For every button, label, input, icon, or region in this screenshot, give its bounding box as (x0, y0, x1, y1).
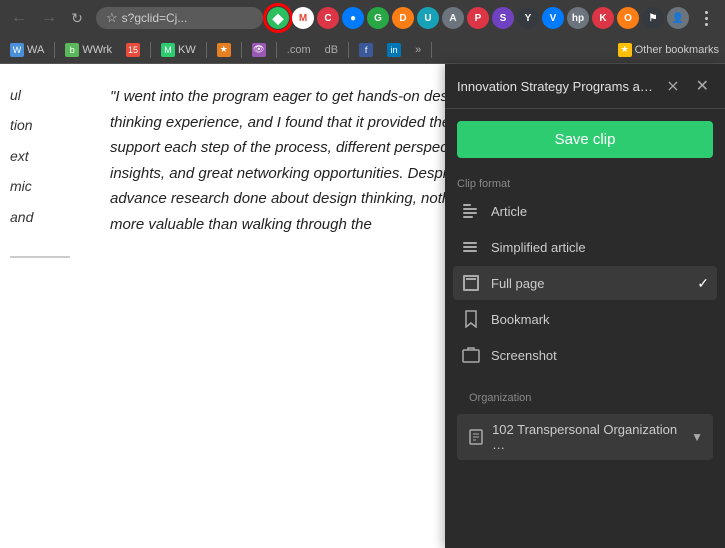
bookmark-kw-label: KW (178, 44, 196, 56)
bookmark-ext1[interactable]: 15 (122, 41, 144, 59)
clip-option-article-label: Article (491, 204, 527, 219)
simplified-option-icon (461, 237, 481, 257)
ext-icon-12[interactable]: K (592, 7, 614, 29)
panel-header-icons: ⨯ ✕ (662, 74, 713, 98)
organization-label: Organization (457, 384, 713, 408)
org-dropdown-arrow-icon: ▼ (691, 430, 703, 444)
bookmark-facebook[interactable]: f (355, 41, 377, 59)
sidebar-text-3: ext (10, 145, 29, 167)
browser-chrome: ← → ↻ ☆ s?gclid=Cj... ◆ M C ● G D U A P … (0, 0, 725, 64)
ext-icon-6[interactable]: A (442, 7, 464, 29)
extension-icons: ◆ M C ● G D U A P S Y V hp K O ⚑ 👤 (267, 7, 689, 29)
article-sidebar: ul tion ext mic and (0, 64, 80, 548)
sidebar-text-1: ul (10, 84, 21, 106)
bookmark-wa[interactable]: W WA (6, 41, 48, 59)
nav-buttons: ← → ↻ (6, 5, 88, 31)
bookmark-b1[interactable]: ★ (213, 41, 235, 59)
bookmark-more[interactable]: » (411, 42, 425, 58)
other-bookmarks[interactable]: ★ Other bookmarks (618, 43, 719, 57)
clip-option-screenshot-label: Screenshot (491, 348, 557, 363)
ext-icon-13[interactable]: O (617, 7, 639, 29)
bookmark-divider-3 (206, 42, 207, 58)
panel-title: Innovation Strategy Programs a… (457, 79, 662, 94)
ext-icon-8[interactable]: S (492, 7, 514, 29)
refresh-button[interactable]: ↻ (66, 7, 88, 29)
ext-icon-11[interactable]: hp (567, 7, 589, 29)
save-clip-button[interactable]: Save clip (457, 121, 713, 158)
browser-menu-button[interactable] (693, 5, 719, 31)
fullpage-option-icon (461, 273, 481, 293)
ext-icon-9[interactable]: Y (517, 7, 539, 29)
toolbar: ← → ↻ ☆ s?gclid=Cj... ◆ M C ● G D U A P … (0, 0, 725, 36)
address-text: s?gclid=Cj... (122, 11, 188, 25)
address-bar[interactable]: ☆ s?gclid=Cj... (96, 7, 263, 29)
article-option-icon (461, 201, 481, 221)
bookmarks-bar: W WA b WWrk 15 M KW ★ 👁 .com dB (0, 36, 725, 64)
org-icon (467, 428, 484, 446)
bookmark-divider-1 (54, 42, 55, 58)
bookmark-b4[interactable]: dB (321, 42, 342, 58)
clip-option-simplified-label: Simplified article (491, 240, 586, 255)
bookmark-b3[interactable]: .com (283, 42, 315, 58)
bookmark-divider-5 (276, 42, 277, 58)
resize-panel-button[interactable]: ⨯ (662, 74, 683, 98)
evernote-extension-icon[interactable]: ◆ (267, 7, 289, 29)
sidebar-text-2: tion (10, 114, 33, 136)
gmail-extension-icon[interactable]: M (292, 7, 314, 29)
bookmark-divider-4 (241, 42, 242, 58)
panel-header: Innovation Strategy Programs a… ⨯ ✕ (445, 64, 725, 109)
screenshot-option-icon (461, 345, 481, 365)
bookmark-wwrk[interactable]: b WWrk (61, 41, 116, 59)
clip-option-fullpage[interactable]: Full page ✓ (453, 266, 717, 300)
bookmark-option-icon (461, 309, 481, 329)
organization-dropdown[interactable]: 102 Transpersonal Organization … ▼ (457, 414, 713, 460)
clip-option-fullpage-label: Full page (491, 276, 544, 291)
bookmark-kw[interactable]: M KW (157, 41, 200, 59)
star-icon: ☆ (106, 10, 118, 26)
clip-option-screenshot[interactable]: Screenshot (453, 338, 717, 372)
ext-icon-10[interactable]: V (542, 7, 564, 29)
ext-icon-1[interactable]: C (317, 7, 339, 29)
ext-icon-7[interactable]: P (467, 7, 489, 29)
page-area: ul tion ext mic and "I went into the pro… (0, 64, 725, 548)
bookmark-linkedin[interactable]: in (383, 41, 405, 59)
ext-icon-2[interactable]: ● (342, 7, 364, 29)
bookmark-b4-text: dB (325, 44, 338, 56)
bookmark-b2[interactable]: 👁 (248, 41, 270, 59)
ext-icon-3[interactable]: G (367, 7, 389, 29)
other-bookmarks-label: Other bookmarks (635, 44, 719, 56)
clip-option-simplified[interactable]: Simplified article (453, 230, 717, 264)
bookmark-divider-6 (348, 42, 349, 58)
ext-icon-14[interactable]: ⚑ (642, 7, 664, 29)
bookmark-b3-text: .com (287, 44, 311, 56)
clip-options: Article Simplified article Full page ✓ (445, 194, 725, 372)
ext-icon-5[interactable]: U (417, 7, 439, 29)
clip-option-bookmark[interactable]: Bookmark (453, 302, 717, 336)
clip-option-bookmark-label: Bookmark (491, 312, 550, 327)
sidebar-text-4: mic (10, 175, 32, 197)
close-panel-button[interactable]: ✕ (692, 74, 713, 98)
back-button[interactable]: ← (6, 5, 32, 31)
fullpage-check-icon: ✓ (697, 275, 709, 292)
org-value: 102 Transpersonal Organization … (492, 422, 683, 452)
clip-format-label: Clip format (445, 170, 725, 194)
bookmark-divider-2 (150, 42, 151, 58)
article-bottom-line (10, 256, 70, 258)
organization-section: Organization 102 Transpersonal Organizat… (445, 372, 725, 460)
evernote-panel: Innovation Strategy Programs a… ⨯ ✕ Save… (445, 64, 725, 548)
bookmark-wa-label: WA (27, 44, 44, 56)
ext-icon-profile[interactable]: 👤 (667, 7, 689, 29)
forward-button[interactable]: → (36, 5, 62, 31)
bookmark-wwrk-label: WWrk (82, 44, 112, 56)
clip-option-article[interactable]: Article (453, 194, 717, 228)
sidebar-text-5: and (10, 206, 33, 228)
ext-icon-4[interactable]: D (392, 7, 414, 29)
bookmark-divider-7 (431, 42, 432, 58)
